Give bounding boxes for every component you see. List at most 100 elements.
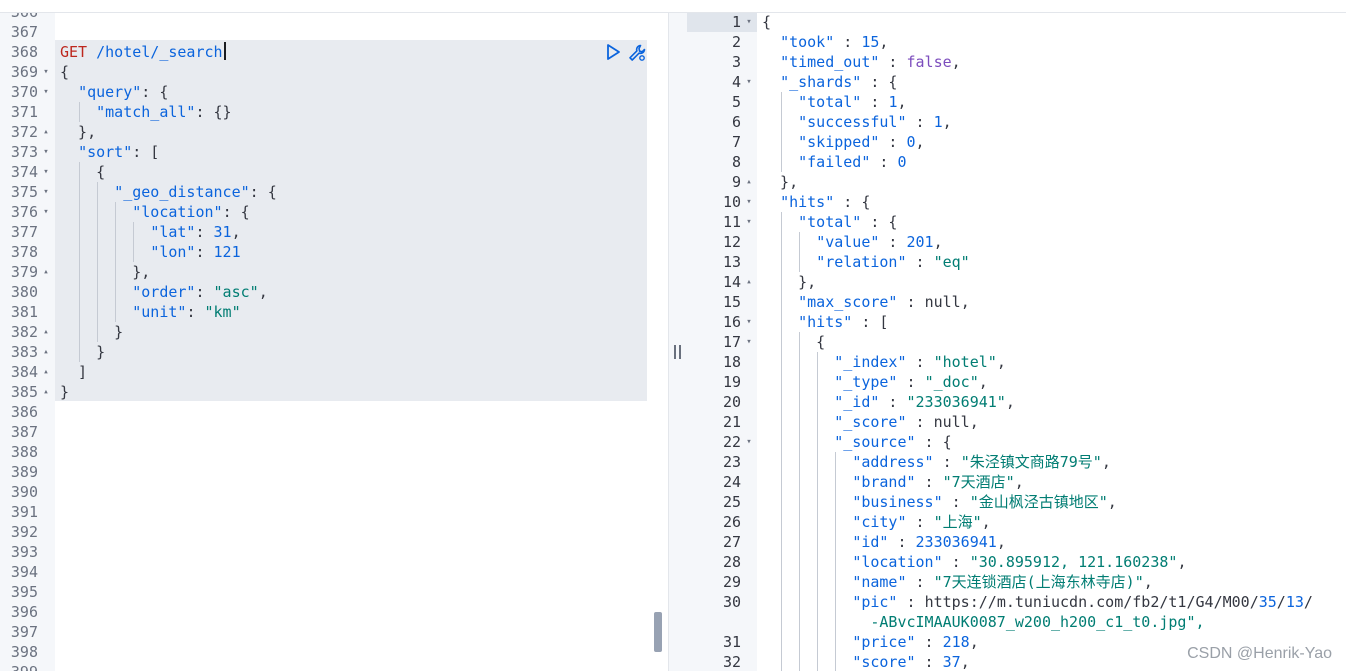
line-number: 18 — [722, 353, 741, 371]
code-line: "sort": [ — [78, 143, 160, 161]
code-line: { — [60, 63, 70, 81]
line-number: 368 — [10, 43, 38, 61]
line-number: 2 — [731, 33, 741, 51]
line-number: 395 — [10, 583, 38, 601]
code-line: } — [60, 383, 70, 401]
fold-open-icon[interactable]: ▾ — [743, 192, 755, 212]
fold-open-icon[interactable]: ▾ — [40, 162, 52, 182]
fold-close-icon[interactable]: ▴ — [743, 272, 755, 292]
line-number: 372 — [10, 123, 38, 141]
resize-handle-icon — [674, 345, 681, 359]
fold-open-icon[interactable]: ▾ — [40, 82, 52, 102]
line-number: 394 — [10, 563, 38, 581]
line-number: 16 — [722, 313, 741, 331]
code-line: "match_all": {} — [96, 103, 232, 121]
fold-open-icon[interactable]: ▾ — [743, 212, 755, 232]
line-number: 4 — [731, 73, 741, 91]
line-number: 370 — [10, 83, 38, 101]
code-line: "query": { — [78, 83, 169, 101]
fold-close-icon[interactable]: ▴ — [743, 172, 755, 192]
fold-open-icon[interactable]: ▾ — [743, 332, 755, 352]
line-number: 399 — [0, 662, 38, 671]
editor-scrollbar[interactable] — [654, 612, 662, 652]
line-number: 14 — [722, 273, 741, 291]
code-line: { — [60, 163, 106, 181]
request-method: GET — [60, 43, 88, 61]
response-line: "address" : "朱泾镇文商路79号", — [852, 453, 1111, 471]
code-line: }, — [60, 263, 151, 281]
line-number: 386 — [10, 403, 38, 421]
response-line: "total" : 1, — [798, 93, 907, 111]
wrench-icon[interactable] — [627, 43, 647, 63]
indent-guide — [133, 222, 135, 262]
line-number: 393 — [10, 543, 38, 561]
fold-open-icon[interactable]: ▾ — [40, 142, 52, 162]
fold-open-icon[interactable]: ▾ — [743, 12, 755, 32]
line-number: 9 — [731, 173, 741, 191]
indent-guide — [817, 352, 819, 671]
play-icon[interactable] — [604, 43, 622, 61]
response-viewer[interactable]: 1 2 3 4 5 6 7 8 9 10 11 12 13 14 15 16 17 18 19 20 21 22 23 24 2… — [687, 0, 1346, 671]
response-line: "took" : 15, — [780, 33, 889, 51]
response-line: "skipped" : 0, — [798, 133, 925, 151]
pane-resizer[interactable] — [668, 0, 688, 671]
fold-open-icon[interactable]: ▾ — [743, 72, 755, 92]
response-line: "total" : { — [798, 213, 898, 231]
response-line: "hits" : { — [780, 193, 871, 211]
fold-close-icon[interactable]: ▴ — [40, 122, 52, 142]
fold-open-icon[interactable]: ▾ — [40, 202, 52, 222]
fold-close-icon[interactable]: ▴ — [40, 262, 52, 282]
code-line: "order": "asc", — [132, 283, 268, 301]
line-number: 26 — [722, 513, 741, 531]
response-line: -ABvcIMAAUK0087_w200_h200_c1_t0.jpg", — [762, 613, 1205, 631]
code-line: "location": { — [132, 203, 250, 221]
fold-open-icon[interactable]: ▾ — [743, 432, 755, 452]
line-number: 398 — [10, 643, 38, 661]
line-number: 8 — [731, 153, 741, 171]
response-line: "score" : 37, — [852, 653, 970, 671]
fold-close-icon[interactable]: ▴ — [40, 342, 52, 362]
response-line: "brand" : "7天酒店", — [852, 473, 1024, 491]
line-number: 22 — [722, 433, 741, 451]
text-cursor — [223, 42, 226, 60]
line-number: 381 — [10, 303, 38, 321]
response-line: { — [762, 333, 826, 351]
code-line: "unit": "km" — [132, 303, 241, 321]
fold-close-icon[interactable]: ▴ — [40, 382, 52, 402]
response-line: "location" : "30.895912, 121.160238", — [852, 553, 1187, 571]
line-number: 31 — [722, 633, 741, 651]
fold-open-icon[interactable]: ▾ — [743, 312, 755, 332]
line-number: 28 — [722, 553, 741, 571]
code-line: "lat": 31, — [150, 223, 241, 241]
line-number: 392 — [10, 523, 38, 541]
indent-guide — [781, 212, 783, 671]
response-line: "business" : "金山枫泾古镇地区", — [852, 493, 1117, 511]
fold-close-icon[interactable]: ▴ — [40, 362, 52, 382]
line-number: 369 — [10, 63, 38, 81]
fold-open-icon[interactable]: ▾ — [40, 62, 52, 82]
indent-guide — [781, 92, 783, 172]
response-line: "pic" : https://m.tuniucdn.com/fb2/t1/G4… — [852, 593, 1313, 611]
watermark: CSDN @Henrik-Yao — [1187, 645, 1332, 662]
response-line: "city" : "上海", — [852, 513, 991, 531]
response-line: "max_score" : null, — [798, 293, 970, 311]
code-line: } — [60, 323, 124, 341]
response-line: "_type" : "_doc", — [834, 373, 988, 391]
line-number: 3 — [731, 53, 741, 71]
line-number: 19 — [722, 373, 741, 391]
response-line: }, — [762, 173, 799, 191]
response-line: "price" : 218, — [852, 633, 979, 651]
fold-open-icon[interactable]: ▾ — [40, 182, 52, 202]
line-number: 27 — [722, 533, 741, 551]
response-line: { — [762, 13, 772, 31]
top-border — [0, 0, 1346, 13]
fold-close-icon[interactable]: ▴ — [40, 322, 52, 342]
request-editor[interactable]: 3663673683693703713723733743753763773783… — [0, 0, 668, 671]
line-number: 371 — [10, 103, 38, 121]
response-line: "timed_out" : false, — [780, 53, 961, 71]
line-number: 10 — [722, 193, 741, 211]
line-number: 30 — [722, 593, 741, 611]
line-number: 23 — [722, 453, 741, 471]
line-number: 378 — [10, 243, 38, 261]
line-number: 376 — [10, 203, 38, 221]
